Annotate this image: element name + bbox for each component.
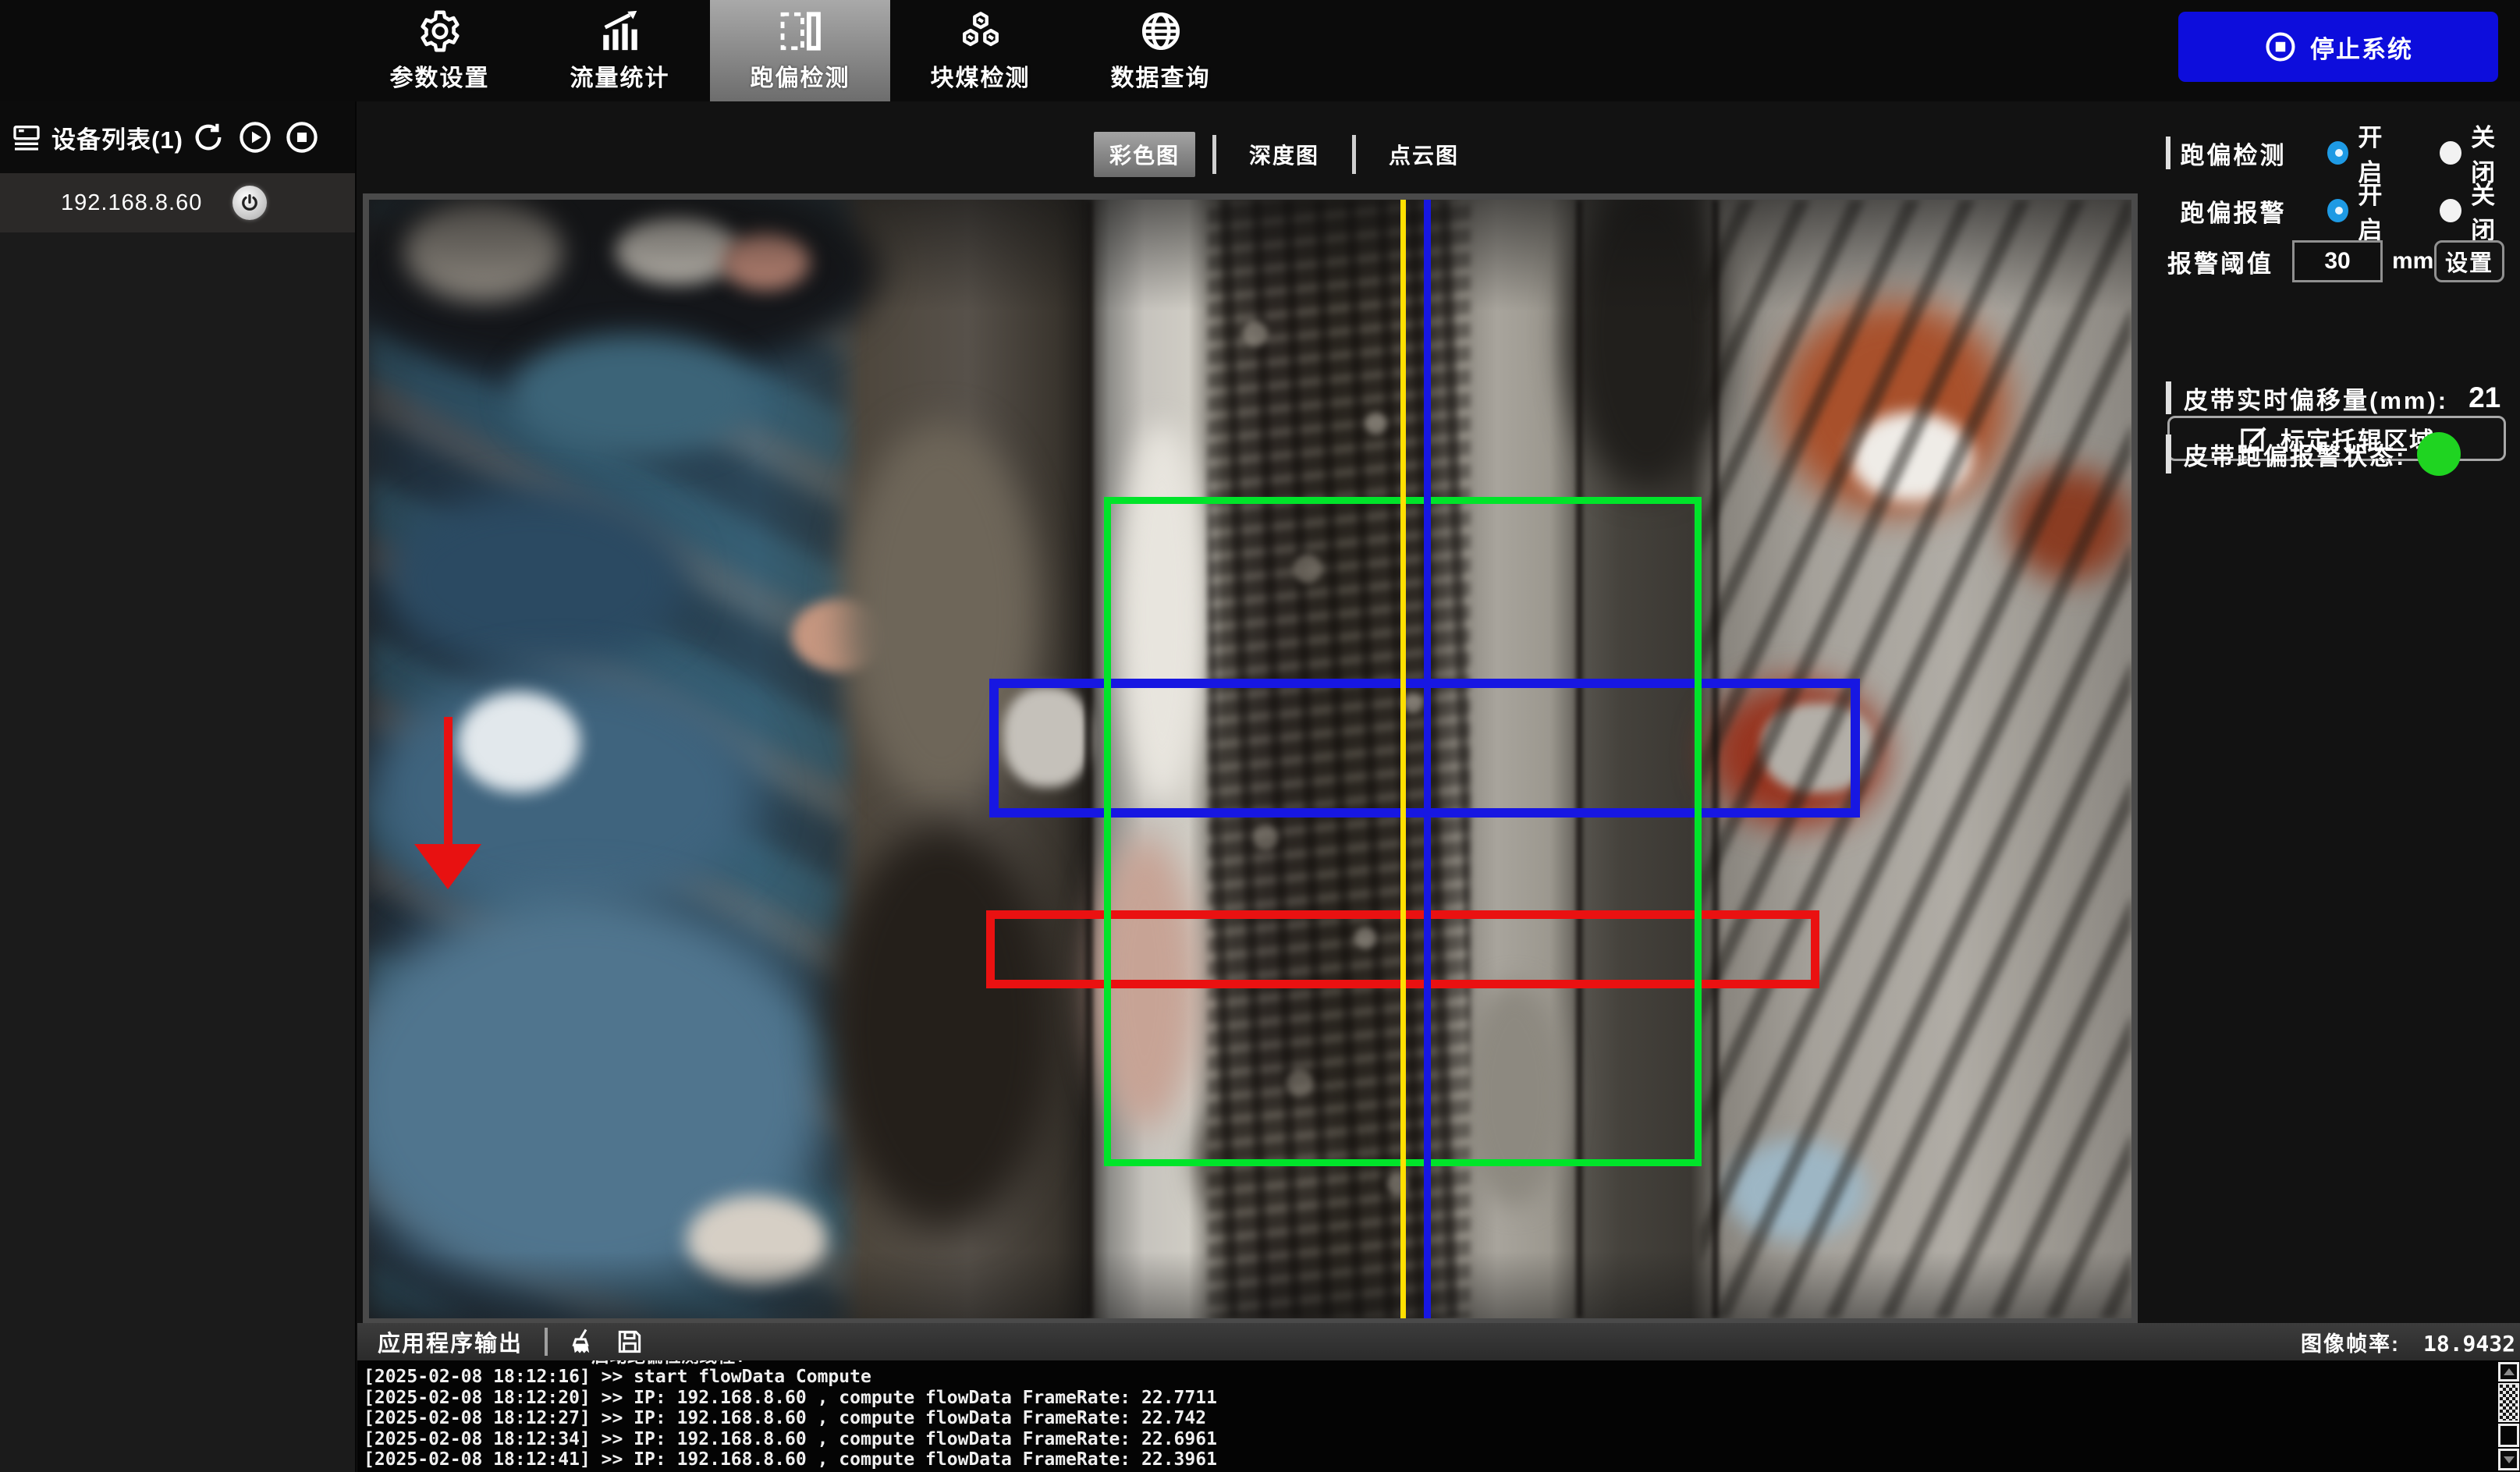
- log-line: [2025-02-08 18:12:34] >> IP: 192.168.8.6…: [364, 1429, 2520, 1449]
- framerate-value: 18.9432: [2423, 1331, 2515, 1357]
- clear-broom-icon[interactable]: [566, 1327, 596, 1357]
- roller-region-box: [989, 679, 1860, 818]
- offset-label: 皮带实时偏移量(mm):: [2184, 381, 2448, 416]
- device-list-icon: [11, 122, 42, 153]
- device-row[interactable]: 192.168.8.60: [0, 173, 355, 232]
- threshold-input[interactable]: [2292, 240, 2383, 282]
- tab-label: 数据查询: [1111, 59, 1211, 93]
- section-bar: [2166, 137, 2170, 169]
- scroll-up-button[interactable]: [2498, 1362, 2519, 1382]
- threshold-unit: mm: [2392, 248, 2433, 275]
- alarm-status-row: 皮带跑偏报警状态:: [2144, 432, 2520, 476]
- device-list-title: 设备列表(1): [51, 120, 183, 155]
- detection-label: 跑偏检测: [2180, 136, 2294, 171]
- offset-row: 皮带实时偏移量(mm): 21: [2144, 381, 2520, 415]
- belt-direction-arrow: [444, 717, 453, 846]
- power-icon[interactable]: [232, 186, 267, 220]
- tab-lump-coal-detection[interactable]: 块煤检测: [890, 0, 1070, 101]
- belt-current-center-line: [1424, 200, 1431, 1318]
- belt-monitor-app: 参数设置 流量统计 跑偏检测 块煤检测: [0, 0, 2520, 1472]
- tab-label: 跑偏检测: [751, 59, 850, 93]
- framerate-label: 图像帧率:: [2301, 1327, 2400, 1357]
- log-scrollbar[interactable]: [2498, 1362, 2519, 1472]
- gear-icon: [417, 9, 463, 54]
- framerate-readout: 图像帧率: 18.9432: [2301, 1327, 2515, 1357]
- device-list-header: 设备列表(1): [0, 101, 355, 173]
- stop-system-button[interactable]: 停止系统: [2178, 12, 2498, 82]
- tab-separator: [1352, 135, 1356, 174]
- device-sidebar: 设备列表(1) 192.168.8.60: [0, 101, 357, 1472]
- alarm-toggle-row: 跑偏报警 开启 关闭: [2144, 193, 2520, 228]
- alarm-off-label: 关闭: [2471, 176, 2520, 246]
- save-floppy-icon[interactable]: [615, 1327, 644, 1357]
- stop-circle-icon: [2263, 30, 2298, 64]
- globe-icon: [1138, 9, 1184, 54]
- detection-on-radio[interactable]: [2327, 141, 2349, 165]
- tab-color-image[interactable]: 彩色图: [1094, 132, 1195, 177]
- device-ip: 192.168.8.60: [61, 190, 202, 216]
- chevron-up-icon: [2504, 1368, 2515, 1375]
- play-circle-icon[interactable]: [238, 120, 272, 154]
- threshold-row: 报警阈值 mm 设置: [2144, 240, 2520, 282]
- alarm-off-radio[interactable]: [2440, 199, 2461, 222]
- deviation-rect-icon: [778, 9, 823, 54]
- coal-lumps-icon: [958, 9, 1003, 54]
- application-log[interactable]: 启动跑偏检测线程! [2025-02-08 18:12:16] >> start…: [357, 1360, 2520, 1472]
- image-view-tabs: 彩色图 深度图 点云图: [1094, 131, 1475, 178]
- tab-data-query[interactable]: 数据查询: [1070, 0, 1251, 101]
- toolbar-tabs: 参数设置 流量统计 跑偏检测 块煤检测: [350, 0, 1251, 101]
- bar-chart-icon: [598, 9, 643, 54]
- belt-edge-box: [986, 910, 1820, 988]
- tab-deviation-detection[interactable]: 跑偏检测: [710, 0, 890, 101]
- tab-label: 流量统计: [570, 59, 670, 93]
- stop-circle-icon[interactable]: [285, 120, 319, 154]
- scroll-down-button[interactable]: [2498, 1449, 2519, 1470]
- offset-value: 21: [2469, 381, 2500, 414]
- stop-system-label: 停止系统: [2310, 30, 2413, 65]
- tab-point-cloud[interactable]: 点云图: [1373, 132, 1475, 177]
- chevron-down-icon: [2504, 1456, 2515, 1463]
- alarm-on-label: 开启: [2358, 176, 2407, 246]
- camera-image: [369, 200, 2131, 1318]
- tab-label: 彩色图: [1109, 139, 1180, 170]
- separator: [545, 1328, 548, 1356]
- tab-label: 参数设置: [390, 59, 490, 93]
- belt-direction-arrow-head: [414, 844, 481, 889]
- device-list-actions: [191, 120, 319, 154]
- detection-off-radio[interactable]: [2440, 141, 2461, 165]
- log-line: [2025-02-08 18:12:16] >> start flowData …: [364, 1367, 2520, 1387]
- scrollbar-thumb[interactable]: [2498, 1383, 2519, 1422]
- left-roller: [1003, 686, 1091, 787]
- deviation-control-panel: 跑偏检测 开启 关闭 跑偏报警 开启 关闭 报警阈值 mm 设置 标定托辊区域: [2144, 101, 2520, 1318]
- belt-center-reference-line: [1400, 200, 1406, 1318]
- alarm-status-label: 皮带跑偏报警状态:: [2184, 437, 2406, 472]
- threshold-label: 报警阈值: [2167, 244, 2273, 279]
- tab-separator: [1212, 135, 1216, 174]
- log-line: [2025-02-08 18:12:20] >> IP: 192.168.8.6…: [364, 1388, 2520, 1408]
- alarm-label: 跑偏报警: [2180, 193, 2294, 229]
- log-line-partial: 启动跑偏检测线程!: [364, 1360, 2520, 1367]
- tab-flow-statistics[interactable]: 流量统计: [530, 0, 710, 101]
- log-line: [2025-02-08 18:12:41] >> IP: 192.168.8.6…: [364, 1449, 2520, 1470]
- log-line: [2025-02-08 18:12:27] >> IP: 192.168.8.6…: [364, 1408, 2520, 1428]
- right-roller: [1762, 703, 1876, 793]
- alarm-on-radio[interactable]: [2327, 199, 2349, 222]
- top-toolbar: 参数设置 流量统计 跑偏检测 块煤检测: [0, 0, 2520, 101]
- tab-label: 块煤检测: [931, 59, 1031, 93]
- scrollbar-track[interactable]: [2498, 1424, 2519, 1447]
- detection-toggle-row: 跑偏检测 开启 关闭: [2144, 136, 2520, 170]
- section-bar: [2166, 435, 2171, 474]
- section-bar: [2166, 381, 2171, 414]
- tab-parameter-settings[interactable]: 参数设置: [350, 0, 530, 101]
- tab-label: 点云图: [1389, 139, 1459, 170]
- refresh-icon[interactable]: [191, 120, 225, 154]
- threshold-set-button[interactable]: 设置: [2434, 240, 2504, 282]
- alarm-status-indicator: [2417, 432, 2461, 476]
- tab-depth-image[interactable]: 深度图: [1233, 132, 1335, 177]
- camera-view-frame: [363, 193, 2138, 1325]
- detection-roi-box: [1104, 497, 1702, 1166]
- app-output-title: 应用程序输出: [378, 1325, 523, 1358]
- tab-label: 深度图: [1249, 139, 1319, 170]
- output-statusbar: 应用程序输出 图像帧率: 18.9432: [357, 1323, 2520, 1360]
